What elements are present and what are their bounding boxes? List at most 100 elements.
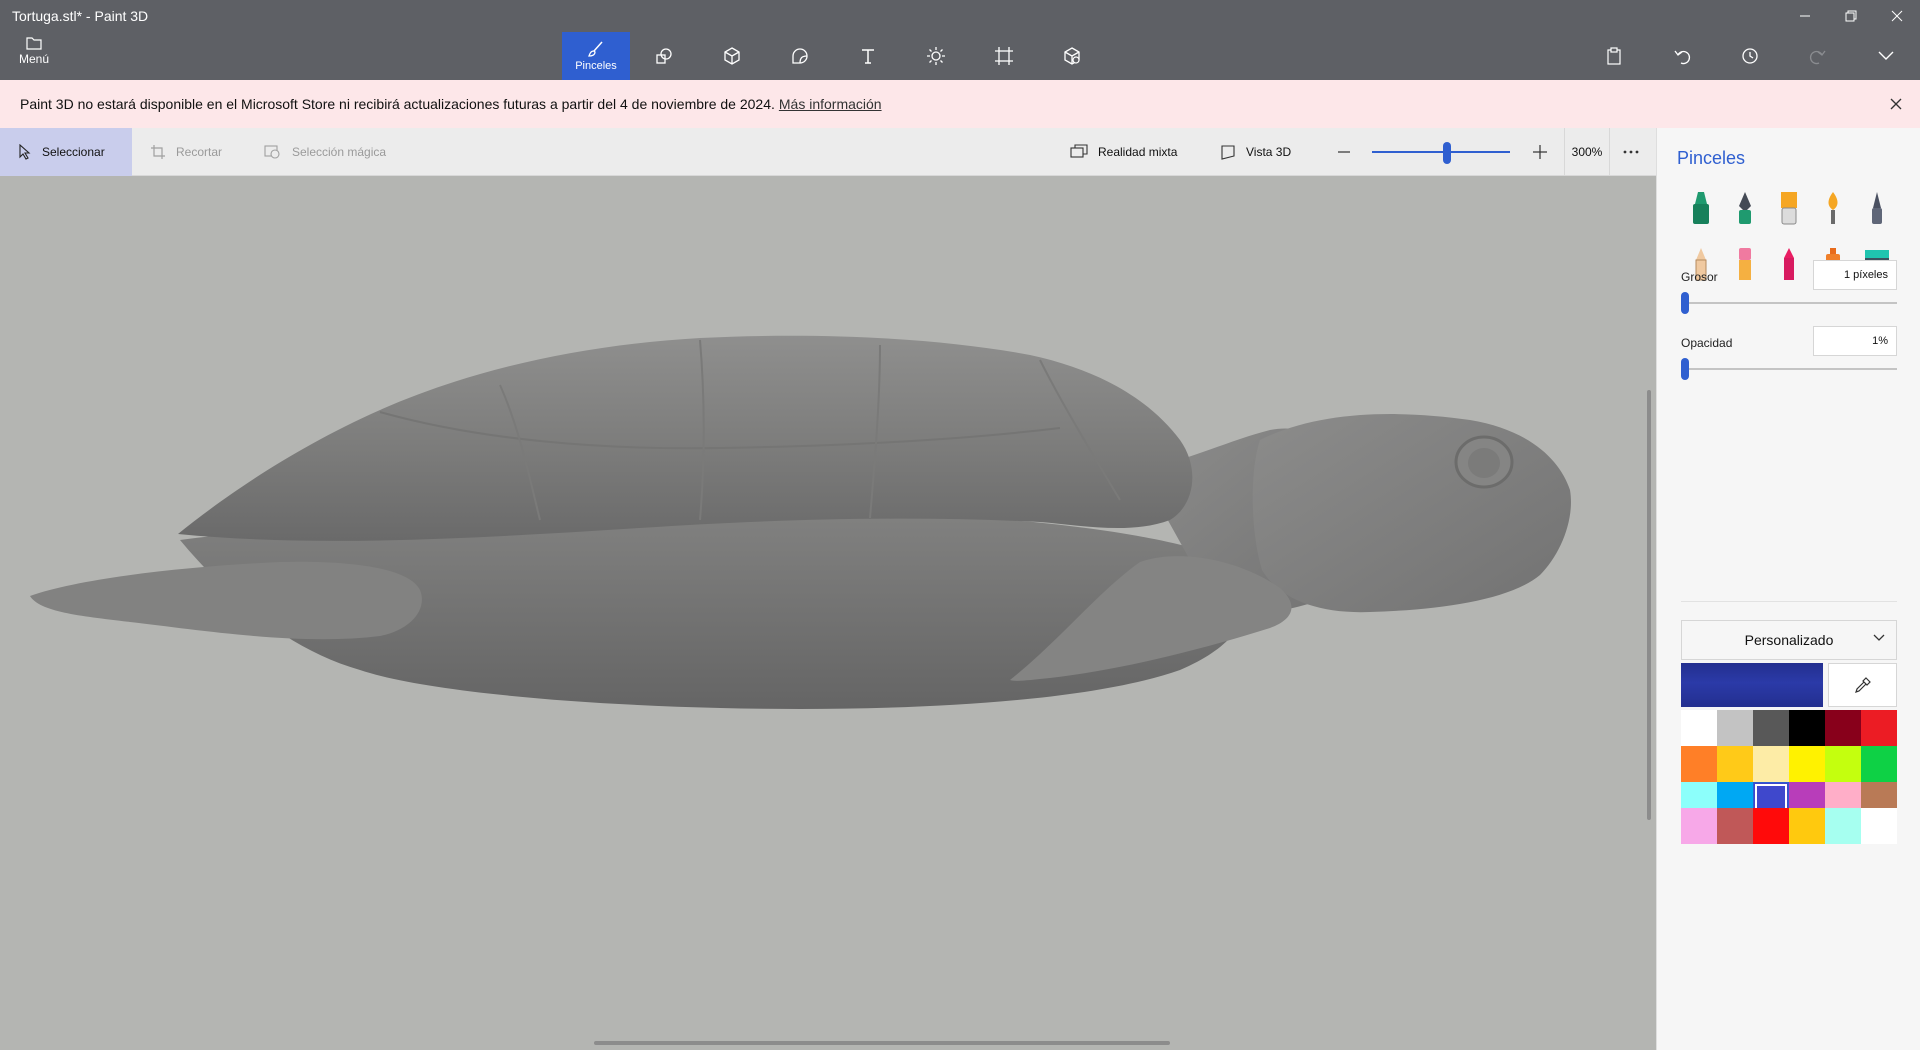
color-swatch[interactable] — [1861, 710, 1897, 746]
expand-button[interactable] — [1852, 36, 1920, 76]
custom-color-swatch[interactable] — [1861, 808, 1897, 844]
more-icon — [1623, 150, 1639, 154]
custom-color-swatch[interactable] — [1825, 808, 1861, 844]
custom-color-palette — [1681, 808, 1897, 844]
right-commands — [1580, 36, 1920, 76]
tool-3d-shapes[interactable] — [698, 32, 766, 80]
opacity-slider-thumb[interactable] — [1681, 358, 1689, 380]
folder-icon — [26, 37, 42, 50]
opacity-label: Opacidad — [1681, 336, 1733, 350]
tool-3d-library[interactable] — [1038, 32, 1106, 80]
mixed-reality-button[interactable]: Realidad mixta — [1052, 128, 1195, 176]
restore-button[interactable] — [1828, 0, 1874, 32]
close-window-button[interactable] — [1874, 0, 1920, 32]
horizontal-scrollbar[interactable] — [594, 1041, 1170, 1045]
minimize-button[interactable] — [1782, 0, 1828, 32]
undo-button[interactable] — [1648, 36, 1716, 76]
banner-text: Paint 3D no estará disponible en el Micr… — [20, 96, 775, 112]
tool-canvas[interactable] — [970, 32, 1038, 80]
crayon-icon — [1784, 248, 1794, 280]
color-swatch[interactable] — [1717, 710, 1753, 746]
calligraphy-pen-icon — [1739, 192, 1751, 224]
brush-watercolor[interactable] — [1811, 186, 1855, 230]
title-bar: Tortuga.stl* - Paint 3D Menú Pinceles — [0, 0, 1920, 80]
opacity-input[interactable]: 1% — [1813, 326, 1897, 356]
color-mode-value: Personalizado — [1744, 632, 1834, 648]
color-swatch[interactable] — [1861, 746, 1897, 782]
vertical-scrollbar[interactable] — [1647, 390, 1651, 820]
tool-text[interactable] — [834, 32, 902, 80]
redo-button[interactable] — [1784, 36, 1852, 76]
custom-color-swatch[interactable] — [1753, 808, 1789, 844]
color-swatch[interactable] — [1825, 710, 1861, 746]
brush-oil[interactable] — [1767, 186, 1811, 230]
cursor-icon — [19, 144, 31, 160]
zoom-out-button[interactable] — [1334, 142, 1354, 162]
plus-icon — [1533, 145, 1547, 159]
magic-select-button[interactable]: Selección mágica — [246, 128, 404, 176]
tool-brushes[interactable]: Pinceles — [562, 32, 630, 80]
color-swatch[interactable] — [1825, 746, 1861, 782]
thickness-label: Grosor — [1681, 270, 1718, 284]
crop-icon — [151, 145, 165, 159]
view-3d-button[interactable]: Vista 3D — [1202, 128, 1309, 176]
tool-effects[interactable] — [902, 32, 970, 80]
brush-eraser[interactable] — [1723, 242, 1767, 286]
custom-color-swatch[interactable] — [1717, 808, 1753, 844]
tool-2d-shapes[interactable] — [630, 32, 698, 80]
chevron-down-icon — [1873, 634, 1885, 641]
thickness-input[interactable]: 1 píxeles — [1813, 260, 1897, 290]
canvas-area[interactable] — [0, 176, 1656, 1050]
turtle-model[interactable] — [0, 176, 1656, 1050]
clipboard-icon — [1607, 47, 1621, 65]
effects-icon — [927, 47, 945, 65]
color-swatch[interactable] — [1753, 710, 1789, 746]
custom-color-swatch[interactable] — [1789, 808, 1825, 844]
brush-marker[interactable] — [1679, 186, 1723, 230]
view-3d-label: Vista 3D — [1246, 145, 1292, 159]
magic-select-label: Selección mágica — [292, 145, 387, 159]
custom-color-swatch[interactable] — [1681, 808, 1717, 844]
crop-button[interactable]: Recortar — [132, 128, 240, 176]
menu-button[interactable]: Menú — [10, 36, 58, 76]
paste-button[interactable] — [1580, 36, 1648, 76]
menu-label: Menú — [18, 52, 50, 66]
color-palette — [1681, 710, 1897, 818]
eyedropper-button[interactable] — [1828, 663, 1897, 707]
opacity-slider-track[interactable] — [1681, 368, 1897, 370]
marker-icon — [1693, 192, 1709, 224]
history-button[interactable] — [1716, 36, 1784, 76]
tool-stickers[interactable] — [766, 32, 834, 80]
zoom-value[interactable]: 300% — [1564, 128, 1610, 176]
color-swatch[interactable] — [1717, 746, 1753, 782]
more-options-button[interactable] — [1620, 142, 1642, 162]
current-color-swatch[interactable] — [1681, 663, 1823, 707]
pixel-pen-icon — [1872, 192, 1882, 224]
library-3d-icon — [1064, 47, 1080, 65]
thickness-slider-track[interactable] — [1681, 302, 1897, 304]
deprecation-banner: Paint 3D no estará disponible en el Micr… — [0, 80, 1920, 128]
more-info-link[interactable]: Más información — [779, 96, 882, 112]
color-mode-dropdown[interactable]: Personalizado — [1681, 620, 1897, 660]
color-swatch[interactable] — [1753, 746, 1789, 782]
color-swatch[interactable] — [1789, 710, 1825, 746]
panel-title: Pinceles — [1677, 148, 1746, 168]
zoom-slider-track[interactable] — [1372, 151, 1510, 153]
color-swatch[interactable] — [1681, 710, 1717, 746]
color-swatch[interactable] — [1789, 746, 1825, 782]
color-swatch[interactable] — [1681, 746, 1717, 782]
select-button[interactable]: Seleccionar — [0, 128, 132, 176]
select-label: Seleccionar — [42, 145, 105, 159]
zoom-in-button[interactable] — [1530, 142, 1550, 162]
view-3d-icon — [1221, 145, 1235, 160]
zoom-slider-thumb[interactable] — [1443, 142, 1451, 164]
brush-icon — [588, 41, 603, 57]
brush-pixel-pen[interactable] — [1855, 186, 1899, 230]
brush-calligraphy-pen[interactable] — [1723, 186, 1767, 230]
restore-icon — [1845, 10, 1857, 22]
shapes-3d-icon — [724, 47, 740, 65]
brush-crayon[interactable] — [1767, 242, 1811, 286]
window-title: Tortuga.stl* - Paint 3D — [12, 8, 149, 24]
banner-close-button[interactable] — [1884, 92, 1908, 116]
thickness-slider-thumb[interactable] — [1681, 292, 1689, 314]
